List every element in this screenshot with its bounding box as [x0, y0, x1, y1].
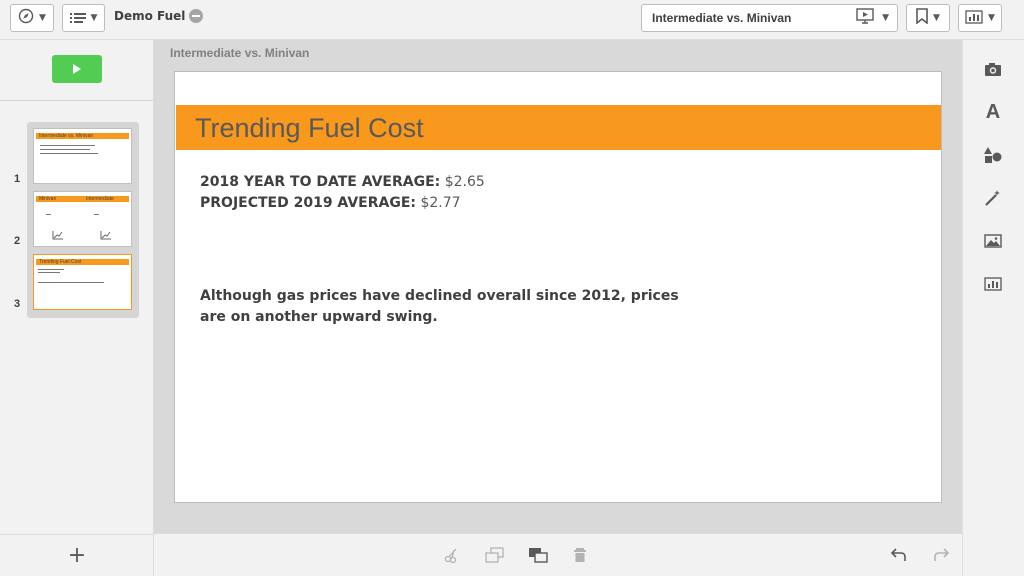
globe-icon: [189, 9, 204, 23]
stat-label: PROJECTED 2019 AVERAGE:: [200, 195, 416, 211]
thumbnail-text-line: [38, 282, 104, 283]
play-story-button[interactable]: [52, 55, 102, 83]
thumbnail-text-line: [38, 272, 60, 273]
thumbnail-text-line: [40, 145, 95, 146]
magic-wand-icon[interactable]: [982, 187, 1004, 209]
slide-title-bar[interactable]: Trending Fuel Cost: [176, 105, 941, 150]
stat-projected-average[interactable]: PROJECTED 2019 AVERAGE: $2.77: [200, 195, 461, 211]
duplicate-icon[interactable]: [484, 545, 506, 565]
slide-canvas-area: Intermediate vs. Minivan Trending Fuel C…: [154, 40, 962, 533]
present-screen-icon[interactable]: [856, 8, 874, 28]
layer-icon[interactable]: [527, 545, 549, 565]
divider: [0, 100, 154, 101]
camera-icon[interactable]: [982, 58, 1004, 80]
chevron-down-icon: ▼: [39, 13, 46, 23]
thumbnail-text-line: [40, 153, 98, 154]
bookmarks-button[interactable]: ▼: [906, 4, 950, 32]
compass-icon: [18, 8, 34, 28]
object-panel: A: [962, 40, 1024, 576]
add-slide-button[interactable]: +: [68, 544, 86, 567]
thumbnail-title: Intermediate vs. Minivan: [39, 133, 94, 139]
stat-value: $2.77: [420, 195, 461, 211]
play-icon: [72, 63, 82, 75]
thumbnail-text-line: [38, 269, 64, 270]
chevron-down-icon: ▼: [933, 13, 940, 23]
top-toolbar: ▼ ▼ Demo Fuel Intermediate vs. Minivan ▼…: [0, 0, 1024, 40]
trash-icon[interactable]: [569, 545, 591, 565]
slide-thumbnail-1[interactable]: Intermediate vs. Minivan: [33, 128, 132, 184]
slide-number: 2: [14, 235, 21, 247]
bottom-toolbar: [154, 533, 962, 576]
slide-label: Intermediate vs. Minivan: [170, 46, 310, 60]
chevron-down-icon: ▼: [90, 13, 98, 23]
thumbnail-title-left: Minivan: [39, 196, 57, 202]
thumbnail-text-line: [46, 214, 51, 215]
slide-thumbnail-list: Intermediate vs. Minivan Minivan Interme…: [27, 122, 139, 318]
slide-navigator: 1 2 3 Intermediate vs. Minivan Minivan I…: [0, 40, 154, 576]
line-chart-icon: [100, 225, 112, 244]
list-icon: [69, 9, 86, 28]
chevron-down-icon: ▼: [882, 13, 889, 23]
stat-value: $2.65: [444, 174, 485, 190]
app-title-text: Demo Fuel: [114, 9, 186, 23]
slide-title: Trending Fuel Cost: [195, 113, 424, 143]
slide-note[interactable]: Although gas prices have declined overal…: [200, 286, 700, 328]
navigation-menu-button[interactable]: ▼: [10, 4, 54, 32]
bookmark-icon: [916, 8, 928, 28]
image-icon[interactable]: [982, 230, 1004, 252]
add-slide-area: +: [0, 534, 154, 576]
slide-number: 1: [14, 173, 21, 185]
slide-thumbnail-2[interactable]: Minivan Intermediate: [33, 191, 132, 247]
undo-icon[interactable]: [888, 545, 910, 565]
app-title: Demo Fuel: [114, 9, 204, 23]
thumbnail-text-line: [94, 214, 99, 215]
stat-ytd-average[interactable]: 2018 YEAR TO DATE AVERAGE: $2.65: [200, 174, 485, 190]
bar-chart-icon: [965, 9, 983, 28]
global-menu-button[interactable]: ▼: [62, 4, 105, 32]
charts-menu-button[interactable]: ▼: [958, 4, 1002, 32]
object-chart-icon[interactable]: [982, 273, 1004, 295]
slide[interactable]: Trending Fuel Cost 2018 YEAR TO DATE AVE…: [174, 71, 942, 503]
slide-number: 3: [14, 298, 21, 310]
redo-icon[interactable]: [930, 545, 952, 565]
text-icon[interactable]: A: [982, 101, 1004, 123]
stat-label: 2018 YEAR TO DATE AVERAGE:: [200, 174, 441, 190]
line-chart-icon: [52, 225, 64, 244]
slide-thumbnail-3[interactable]: Trending Fuel Cost: [33, 254, 132, 310]
thumbnail-title-right: Intermediate: [86, 196, 114, 202]
story-selector[interactable]: Intermediate vs. Minivan ▼: [641, 4, 898, 32]
thumbnail-title: Trending Fuel Cost: [39, 259, 82, 265]
thumbnail-text-line: [40, 149, 90, 150]
story-name: Intermediate vs. Minivan: [652, 11, 792, 25]
shapes-icon[interactable]: [982, 144, 1004, 166]
scissors-icon[interactable]: [441, 545, 463, 565]
chevron-down-icon: ▼: [988, 13, 995, 23]
